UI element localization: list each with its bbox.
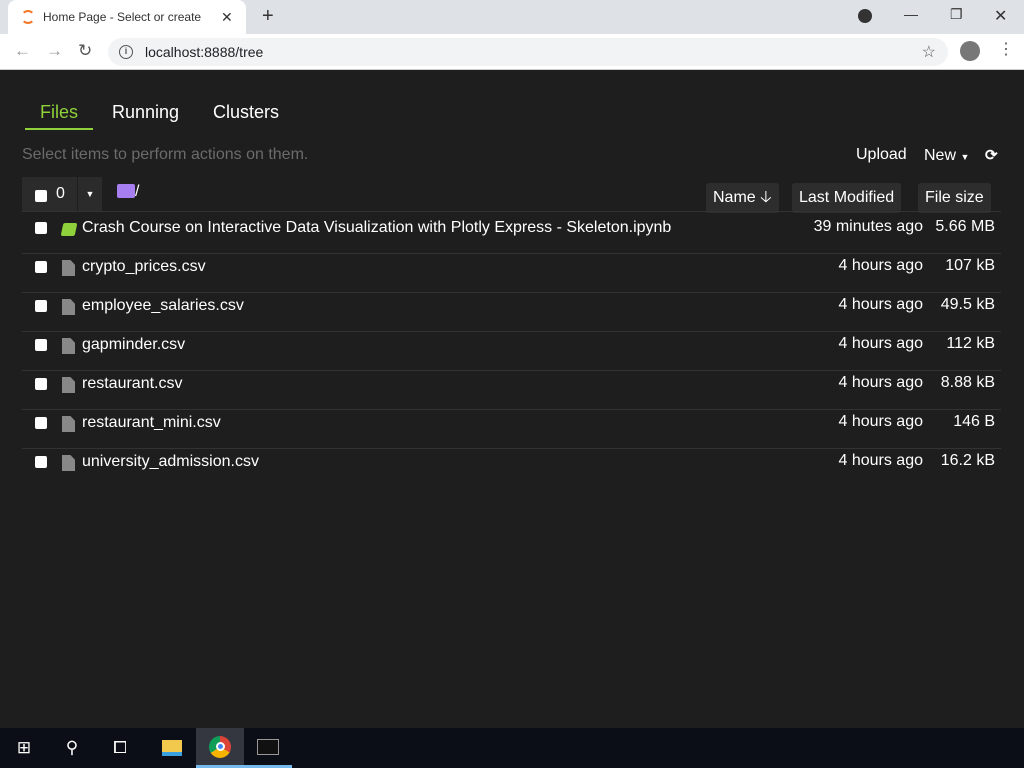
file-modified: 4 hours ago — [838, 335, 923, 352]
file-modified: 39 minutes ago — [813, 218, 923, 235]
selection-hint: Select items to perform actions on them. — [22, 146, 309, 163]
file-name-link[interactable]: gapminder.csv — [82, 336, 185, 354]
row-checkbox[interactable] — [35, 261, 47, 273]
file-icon — [62, 338, 75, 354]
active-tab-indicator — [25, 128, 93, 130]
new-button[interactable]: New ▼ — [924, 147, 969, 165]
close-tab-icon[interactable]: ✕ — [221, 9, 233, 26]
chrome-icon[interactable] — [196, 728, 244, 768]
folder-icon[interactable] — [117, 184, 135, 198]
file-size: 146 B — [953, 413, 995, 430]
row-checkbox[interactable] — [35, 378, 47, 390]
sort-by-size-button[interactable]: File size — [918, 183, 991, 213]
file-icon — [62, 299, 75, 315]
file-name-link[interactable]: employee_salaries.csv — [82, 297, 244, 315]
file-size: 112 kB — [946, 335, 995, 352]
refresh-icon[interactable]: ⟳ — [985, 146, 998, 164]
file-name-link[interactable]: restaurant.csv — [82, 375, 182, 393]
search-icon[interactable]: ⚲ — [48, 728, 96, 768]
info-icon[interactable]: i — [119, 45, 133, 59]
row-checkbox[interactable] — [35, 222, 47, 234]
new-label: New — [924, 147, 957, 164]
selection-dropdown[interactable]: ▼ — [78, 177, 102, 211]
new-tab-icon[interactable]: + — [262, 5, 274, 28]
row-checkbox[interactable] — [35, 456, 47, 468]
file-icon — [62, 416, 75, 432]
file-size: 16.2 kB — [940, 452, 995, 469]
notebook-icon — [60, 223, 78, 236]
file-size: 107 kB — [945, 257, 995, 274]
file-size: 49.5 kB — [940, 296, 995, 313]
windows-start-icon[interactable]: ⊞ — [0, 728, 48, 768]
restore-icon[interactable]: ❐ — [950, 6, 963, 23]
browser-tab[interactable]: Home Page - Select or create a notebook … — [8, 0, 246, 34]
file-name-link[interactable]: university_admission.csv — [82, 453, 259, 471]
tab-title: Home Page - Select or create a notebook — [43, 10, 203, 24]
browser-tab-bar: Home Page - Select or create a notebook … — [0, 0, 1024, 34]
jupyter-tree-page: Files Running Clusters Select items to p… — [0, 70, 1024, 728]
select-all-control[interactable]: 0 — [22, 177, 77, 211]
menu-icon[interactable]: ⋮ — [998, 39, 1014, 59]
file-modified: 4 hours ago — [838, 257, 923, 274]
minimize-icon[interactable]: — — [904, 6, 918, 22]
arrow-down-icon: 🡣 — [760, 189, 772, 206]
jupyter-favicon-icon — [21, 10, 35, 24]
tab-search-icon[interactable] — [858, 9, 872, 23]
row-checkbox[interactable] — [35, 417, 47, 429]
file-modified: 4 hours ago — [838, 374, 923, 391]
windows-taskbar: ⊞ ⚲ ⧠ — [0, 728, 1024, 768]
file-explorer-icon[interactable] — [148, 728, 196, 768]
file-modified: 4 hours ago — [838, 413, 923, 430]
profile-avatar-icon[interactable] — [960, 41, 980, 61]
close-window-icon[interactable]: ✕ — [994, 6, 1007, 26]
name-column-label: Name — [713, 189, 756, 206]
file-name-link[interactable]: crypto_prices.csv — [82, 258, 206, 276]
file-size: 5.66 MB — [935, 218, 995, 235]
file-row[interactable]: employee_salaries.csv 4 hours ago 49.5 k… — [22, 292, 1001, 331]
url-text[interactable]: localhost:8888/tree — [145, 44, 263, 60]
file-row[interactable]: restaurant.csv 4 hours ago 8.88 kB — [22, 370, 1001, 409]
tab-clusters[interactable]: Clusters — [213, 102, 279, 123]
row-checkbox[interactable] — [35, 300, 47, 312]
file-modified: 4 hours ago — [838, 452, 923, 469]
file-row[interactable]: restaurant_mini.csv 4 hours ago 146 B — [22, 409, 1001, 448]
back-icon[interactable]: ← — [14, 41, 31, 61]
sort-by-name-button[interactable]: Name 🡣 — [706, 183, 779, 213]
select-all-checkbox[interactable] — [35, 190, 47, 202]
address-bar[interactable]: i localhost:8888/tree ☆ — [108, 38, 948, 66]
breadcrumb-root[interactable]: / — [135, 183, 139, 201]
divider — [22, 211, 1001, 212]
bookmark-star-icon[interactable]: ☆ — [922, 42, 936, 62]
forward-icon[interactable]: → — [46, 41, 63, 61]
file-icon — [62, 377, 75, 393]
reload-icon[interactable]: ↻ — [78, 41, 92, 61]
file-row[interactable]: university_admission.csv 4 hours ago 16.… — [22, 448, 1001, 487]
tab-running[interactable]: Running — [112, 102, 179, 123]
file-modified: 4 hours ago — [838, 296, 923, 313]
upload-button[interactable]: Upload — [856, 146, 907, 164]
caret-down-icon: ▼ — [960, 152, 970, 162]
tab-files[interactable]: Files — [40, 102, 78, 123]
sort-by-modified-button[interactable]: Last Modified — [792, 183, 902, 213]
file-name-link[interactable]: restaurant_mini.csv — [82, 414, 221, 432]
file-row[interactable]: Crash Course on Interactive Data Visuali… — [22, 214, 1001, 253]
file-icon — [62, 455, 75, 471]
file-icon — [62, 260, 75, 276]
file-name-link[interactable]: Crash Course on Interactive Data Visuali… — [82, 219, 671, 237]
task-view-icon[interactable]: ⧠ — [96, 728, 144, 768]
row-checkbox[interactable] — [35, 339, 47, 351]
selected-count: 0 — [56, 185, 65, 202]
file-row[interactable]: gapminder.csv 4 hours ago 112 kB — [22, 331, 1001, 370]
terminal-icon[interactable] — [244, 728, 292, 768]
browser-toolbar: ← → ↻ i localhost:8888/tree ☆ ⋮ — [0, 34, 1024, 70]
file-size: 8.88 kB — [940, 374, 995, 391]
file-row[interactable]: crypto_prices.csv 4 hours ago 107 kB — [22, 253, 1001, 292]
